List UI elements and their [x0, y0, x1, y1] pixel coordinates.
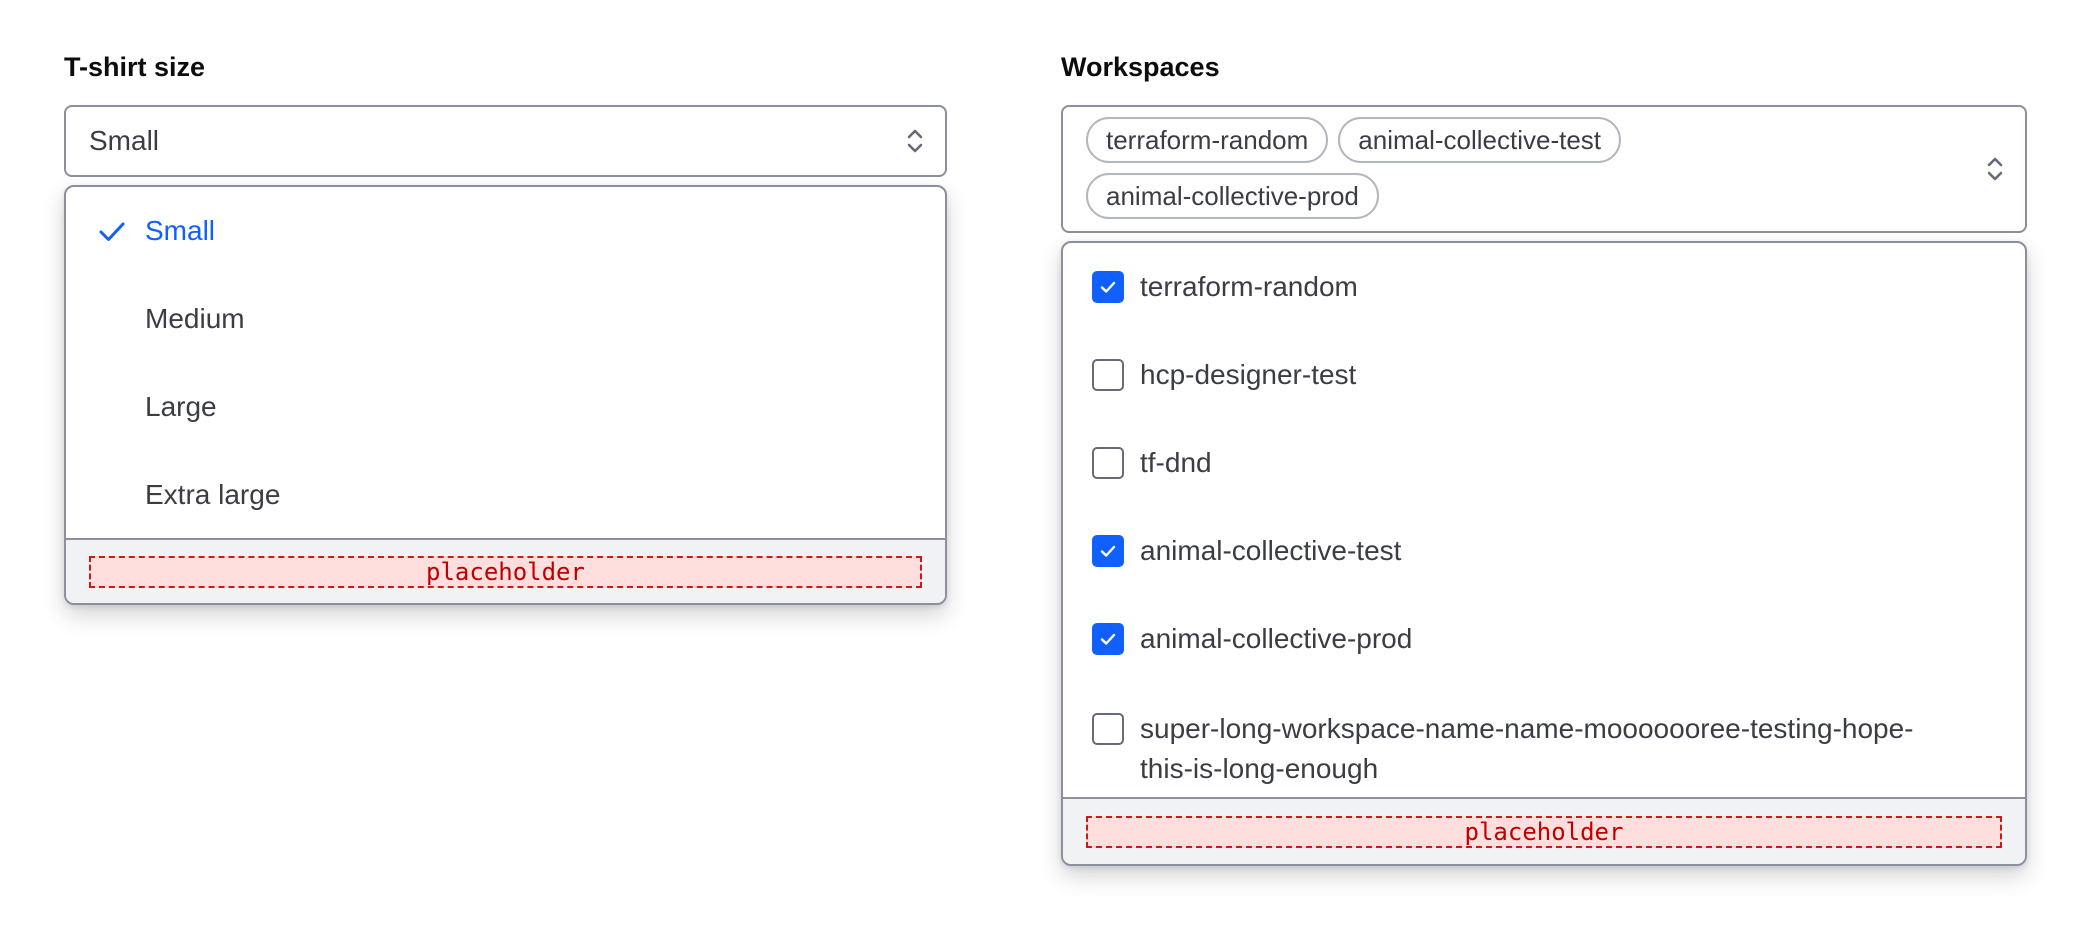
chevron-up-down-icon — [1983, 154, 2007, 184]
option-extra-large[interactable]: Extra large — [66, 451, 945, 539]
option-animal-collective-prod[interactable]: animal-collective-prod — [1063, 595, 2025, 683]
option-medium[interactable]: Medium — [66, 275, 945, 363]
workspaces-select[interactable]: terraform-random animal-collective-test … — [1061, 105, 2027, 233]
option-label: animal-collective-prod — [1140, 623, 1413, 654]
footer-placeholder: placeholder — [89, 555, 922, 588]
tshirt-size-dropdown: Small Medium Large Extra large placehold… — [64, 185, 947, 605]
checkbox-checked[interactable] — [1092, 623, 1124, 655]
workspaces-options: terraform-random hcp-designer-test tf-dn… — [1063, 243, 2025, 799]
option-label: tf-dnd — [1140, 447, 1212, 478]
checkbox-unchecked[interactable] — [1092, 713, 1124, 745]
tshirt-size-label: T-shirt size — [64, 52, 206, 82]
tshirt-size-options: Small Medium Large Extra large — [66, 187, 945, 540]
option-label: animal-collective-test — [1140, 535, 1402, 566]
option-large[interactable]: Large — [66, 363, 945, 451]
check-icon — [96, 215, 128, 247]
option-label: hcp-designer-test — [1140, 359, 1357, 390]
checkbox-unchecked[interactable] — [1092, 447, 1124, 479]
option-hcp-designer-test[interactable]: hcp-designer-test — [1063, 331, 2025, 419]
option-label: terraform-random — [1140, 271, 1358, 302]
dropdown-footer: placeholder — [66, 538, 945, 603]
workspaces-field: Workspaces terraform-random animal-colle… — [1061, 52, 2027, 866]
chevron-up-down-icon — [903, 126, 927, 156]
selected-tags: terraform-random animal-collective-test … — [1086, 117, 1705, 219]
footer-placeholder: placeholder — [1086, 815, 2002, 848]
checkbox-checked[interactable] — [1092, 271, 1124, 303]
workspaces-label: Workspaces — [1061, 52, 1220, 82]
option-super-long-workspace[interactable]: super-long-workspace-name-name-moooooore… — [1063, 683, 2025, 799]
tag-animal-collective-test[interactable]: animal-collective-test — [1338, 117, 1622, 163]
workspaces-dropdown: terraform-random hcp-designer-test tf-dn… — [1061, 241, 2027, 866]
option-label: Extra large — [145, 479, 281, 510]
tag-terraform-random[interactable]: terraform-random — [1086, 117, 1329, 163]
option-label: Medium — [145, 303, 245, 334]
checkbox-unchecked[interactable] — [1092, 359, 1124, 391]
option-label: Small — [145, 215, 216, 246]
option-label: Large — [145, 391, 217, 422]
option-tf-dnd[interactable]: tf-dnd — [1063, 419, 2025, 507]
option-animal-collective-test[interactable]: animal-collective-test — [1063, 507, 2025, 595]
tshirt-size-field: T-shirt size Small Small Medium Large Ex… — [64, 52, 947, 605]
option-label: super-long-workspace-name-name-moooooore… — [1140, 713, 1914, 784]
option-terraform-random[interactable]: terraform-random — [1063, 243, 2025, 331]
option-small[interactable]: Small — [66, 187, 945, 275]
tshirt-size-value: Small — [89, 125, 160, 156]
checkbox-checked[interactable] — [1092, 535, 1124, 567]
tshirt-size-select[interactable]: Small — [64, 105, 947, 177]
tag-animal-collective-prod[interactable]: animal-collective-prod — [1086, 173, 1379, 219]
dropdown-footer: placeholder — [1063, 797, 2025, 864]
